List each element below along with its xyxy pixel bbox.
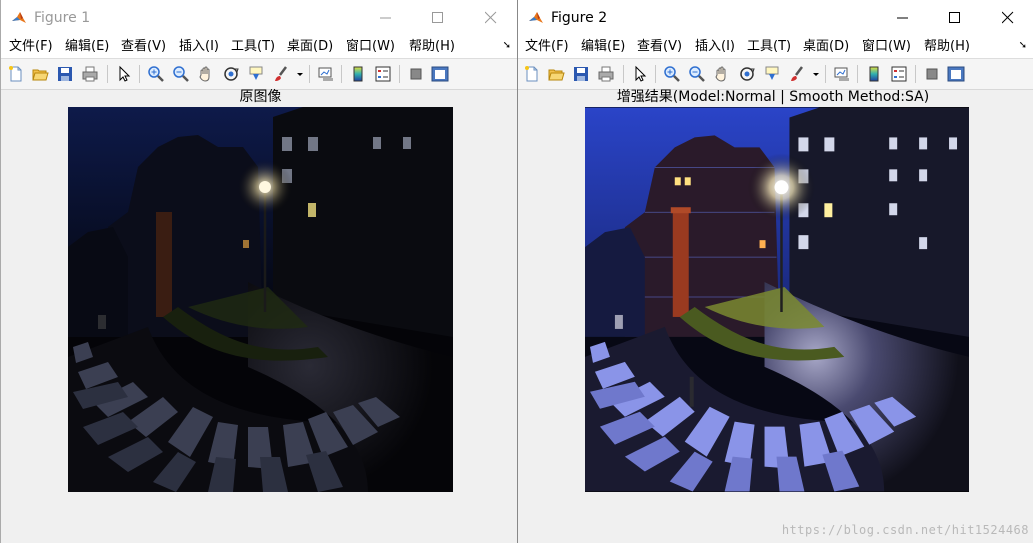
new-figure-icon[interactable] <box>523 65 541 83</box>
toolbar-separator <box>857 65 858 83</box>
toolbar-separator <box>623 65 624 83</box>
minimize-icon <box>380 17 391 19</box>
figure-toolbar <box>1 58 517 90</box>
legend-icon[interactable] <box>374 65 392 83</box>
plot-title: 原图像 <box>239 89 282 105</box>
save-icon[interactable] <box>56 65 74 83</box>
figure-window-1: Figure 1 文件(F) 编辑(E) 查看(V) 插入(I) 工具(T) 桌… <box>0 0 518 543</box>
title-bar[interactable]: Figure 1 <box>1 0 517 36</box>
select-arrow-icon[interactable] <box>631 65 649 83</box>
toolbar-separator <box>309 65 310 83</box>
print-icon[interactable] <box>81 65 99 83</box>
zoom-out-icon[interactable] <box>172 65 190 83</box>
menu-view[interactable]: 查看(V) <box>121 39 166 55</box>
menu-insert[interactable]: 插入(I) <box>695 39 735 55</box>
link-plot-icon[interactable] <box>833 65 851 83</box>
toolbar-separator <box>139 65 140 83</box>
menu-bar: 文件(F) 编辑(E) 查看(V) 插入(I) 工具(T) 桌面(D) 窗口(W… <box>1 36 517 58</box>
menu-help[interactable]: 帮助(H) <box>924 39 970 55</box>
dropdown-arrow-icon[interactable] <box>811 65 821 83</box>
menu-tools[interactable]: 工具(T) <box>231 39 275 55</box>
close-button[interactable] <box>995 6 1021 30</box>
rotate-3d-icon[interactable] <box>222 65 240 83</box>
night-scene-original <box>68 107 453 492</box>
pan-hand-icon[interactable] <box>197 65 215 83</box>
menu-desktop[interactable]: 桌面(D) <box>803 39 849 55</box>
dock-arrow-icon[interactable]: ➘ <box>503 40 511 51</box>
data-cursor-icon[interactable] <box>763 65 781 83</box>
pan-hand-icon[interactable] <box>713 65 731 83</box>
menu-view[interactable]: 查看(V) <box>637 39 682 55</box>
figure-toolbar <box>518 58 1033 90</box>
legend-icon[interactable] <box>890 65 908 83</box>
data-cursor-icon[interactable] <box>247 65 265 83</box>
menu-window[interactable]: 窗口(W) <box>862 39 911 55</box>
toolbar-separator <box>341 65 342 83</box>
select-arrow-icon[interactable] <box>115 65 133 83</box>
print-icon[interactable] <box>597 65 615 83</box>
colorbar-icon[interactable] <box>865 65 883 83</box>
minimize-button[interactable] <box>373 6 399 30</box>
link-plot-icon[interactable] <box>317 65 335 83</box>
dropdown-arrow-icon[interactable] <box>295 65 305 83</box>
menu-insert[interactable]: 插入(I) <box>179 39 219 55</box>
maximize-icon <box>432 12 443 23</box>
toolbar-separator <box>915 65 916 83</box>
toolbar-separator <box>655 65 656 83</box>
menu-desktop[interactable]: 桌面(D) <box>287 39 333 55</box>
toolbar-separator <box>399 65 400 83</box>
rotate-3d-icon[interactable] <box>738 65 756 83</box>
show-plot-tools-icon[interactable] <box>947 65 965 83</box>
show-plot-tools-icon[interactable] <box>431 65 449 83</box>
brush-icon[interactable] <box>272 65 290 83</box>
close-icon <box>1002 11 1014 24</box>
new-figure-icon[interactable] <box>7 65 25 83</box>
zoom-out-icon[interactable] <box>688 65 706 83</box>
matlab-logo-icon <box>528 10 544 26</box>
menu-bar: 文件(F) 编辑(E) 查看(V) 插入(I) 工具(T) 桌面(D) 窗口(W… <box>518 36 1033 58</box>
dock-arrow-icon[interactable]: ➘ <box>1019 40 1027 51</box>
watermark-text: https://blog.csdn.net/hit1524468 <box>781 523 1029 537</box>
menu-file[interactable]: 文件(F) <box>525 39 569 55</box>
matlab-logo-icon <box>11 10 27 26</box>
figure-window-2: Figure 2 文件(F) 编辑(E) 查看(V) 插入(I) 工具(T) 桌… <box>517 0 1033 543</box>
menu-edit[interactable]: 编辑(E) <box>65 39 109 55</box>
toolbar-separator <box>107 65 108 83</box>
maximize-icon <box>949 12 960 23</box>
toolbar-separator <box>825 65 826 83</box>
open-file-icon[interactable] <box>31 65 49 83</box>
minimize-icon <box>897 17 908 19</box>
menu-tools[interactable]: 工具(T) <box>747 39 791 55</box>
title-bar[interactable]: Figure 2 <box>518 0 1033 36</box>
menu-file[interactable]: 文件(F) <box>9 39 53 55</box>
menu-help[interactable]: 帮助(H) <box>409 39 455 55</box>
enhanced-image <box>585 107 969 492</box>
zoom-in-icon[interactable] <box>147 65 165 83</box>
zoom-in-icon[interactable] <box>663 65 681 83</box>
minimize-button[interactable] <box>890 6 916 30</box>
menu-edit[interactable]: 编辑(E) <box>581 39 625 55</box>
hide-plot-tools-icon[interactable] <box>923 65 941 83</box>
window-title: Figure 1 <box>34 10 91 26</box>
window-title: Figure 2 <box>551 10 608 26</box>
menu-window[interactable]: 窗口(W) <box>346 39 395 55</box>
plot-title: 增强结果(Model:Normal | Smooth Method:SA) <box>616 89 930 105</box>
maximize-button[interactable] <box>942 6 968 30</box>
hide-plot-tools-icon[interactable] <box>407 65 425 83</box>
save-icon[interactable] <box>572 65 590 83</box>
original-image <box>68 107 453 492</box>
maximize-button[interactable] <box>425 6 451 30</box>
close-button[interactable] <box>478 6 504 30</box>
close-icon <box>485 11 497 24</box>
open-file-icon[interactable] <box>547 65 565 83</box>
colorbar-icon[interactable] <box>349 65 367 83</box>
brush-icon[interactable] <box>788 65 806 83</box>
night-scene-enhanced <box>585 107 969 492</box>
